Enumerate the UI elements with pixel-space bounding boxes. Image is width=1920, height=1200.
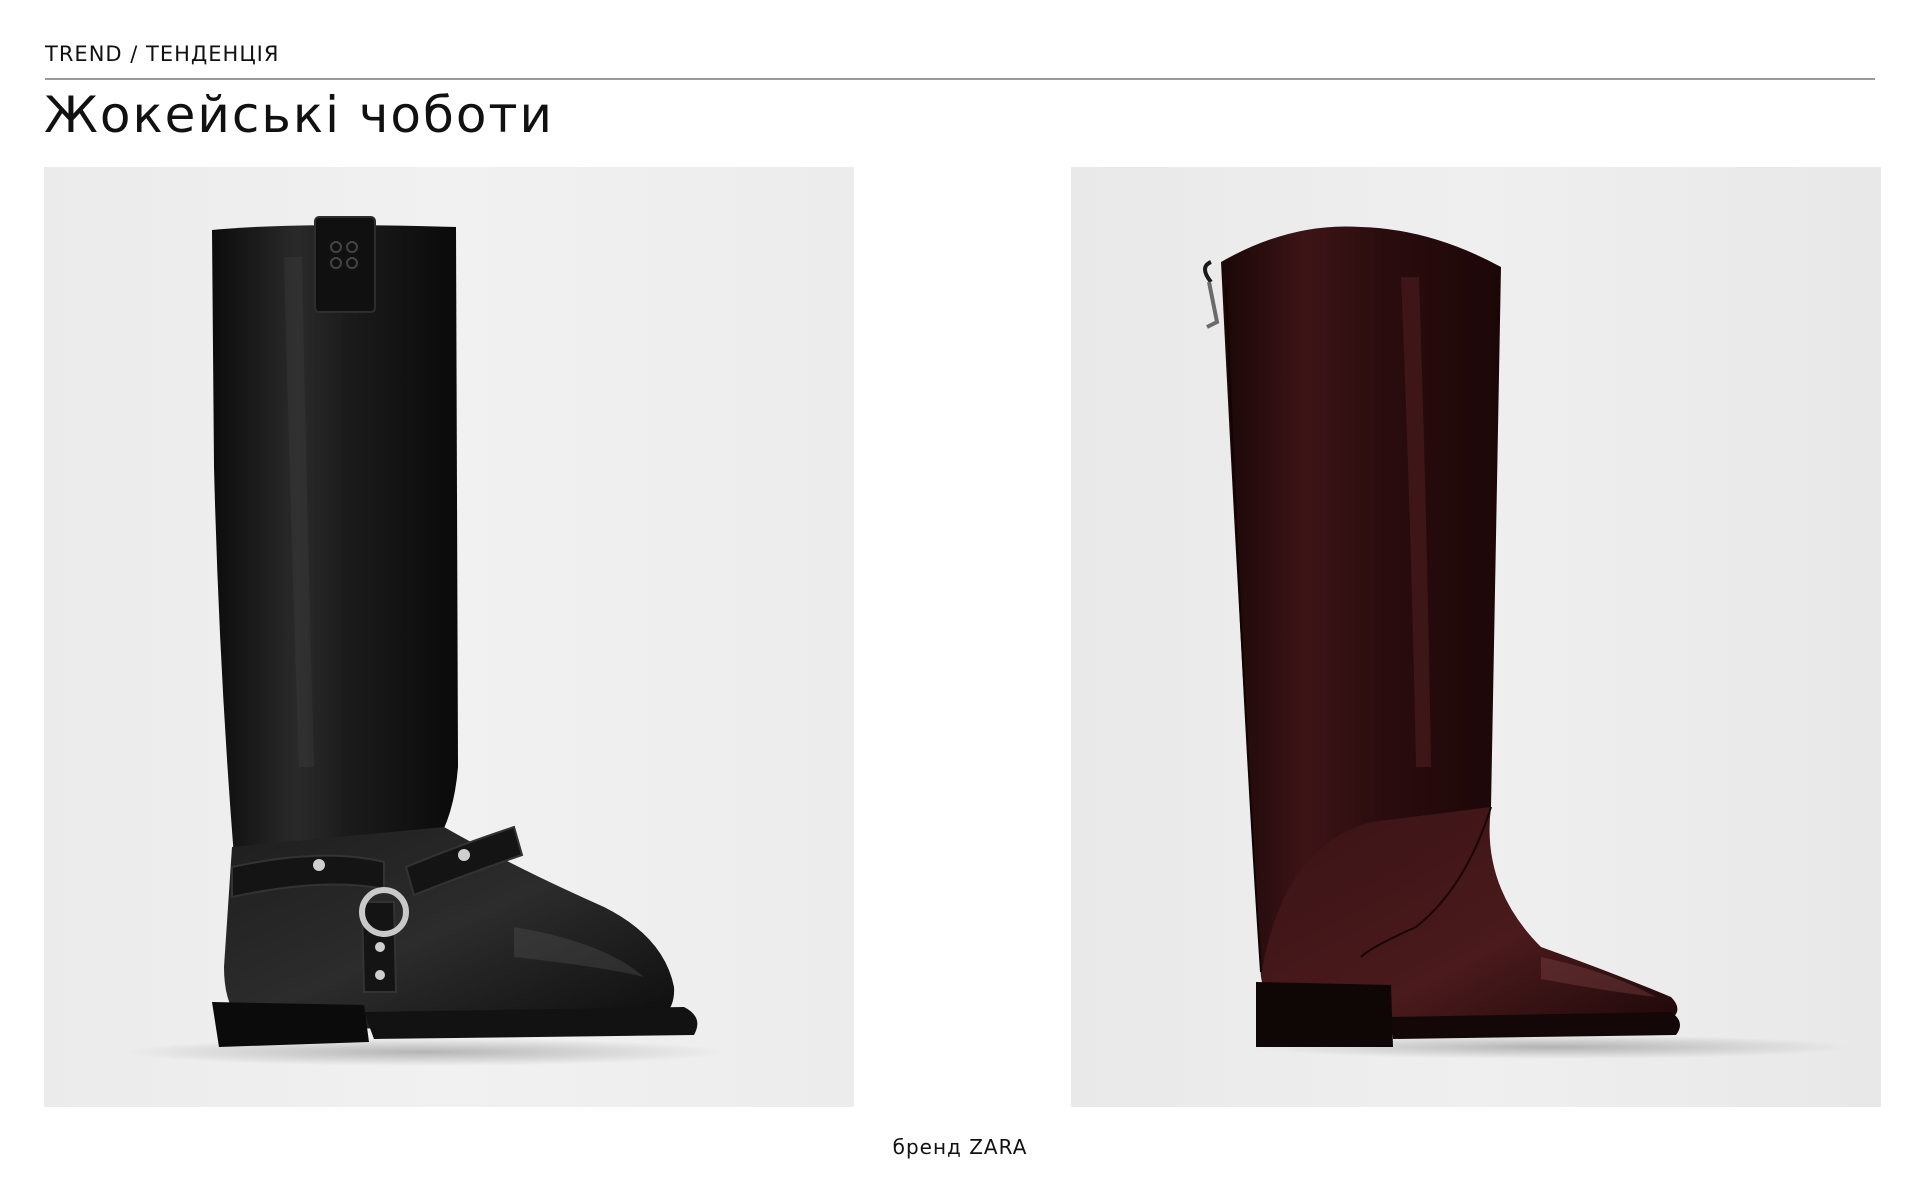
header-divider bbox=[45, 78, 1875, 80]
image-caption: бренд ZARA bbox=[892, 1135, 1028, 1159]
page-title: Жокейські чоботи bbox=[44, 86, 555, 144]
section-label: TREND / ТЕНДЕНЦІЯ bbox=[45, 42, 280, 66]
product-image-burgundy-boot bbox=[1071, 167, 1881, 1107]
product-image-black-boot bbox=[44, 167, 854, 1107]
